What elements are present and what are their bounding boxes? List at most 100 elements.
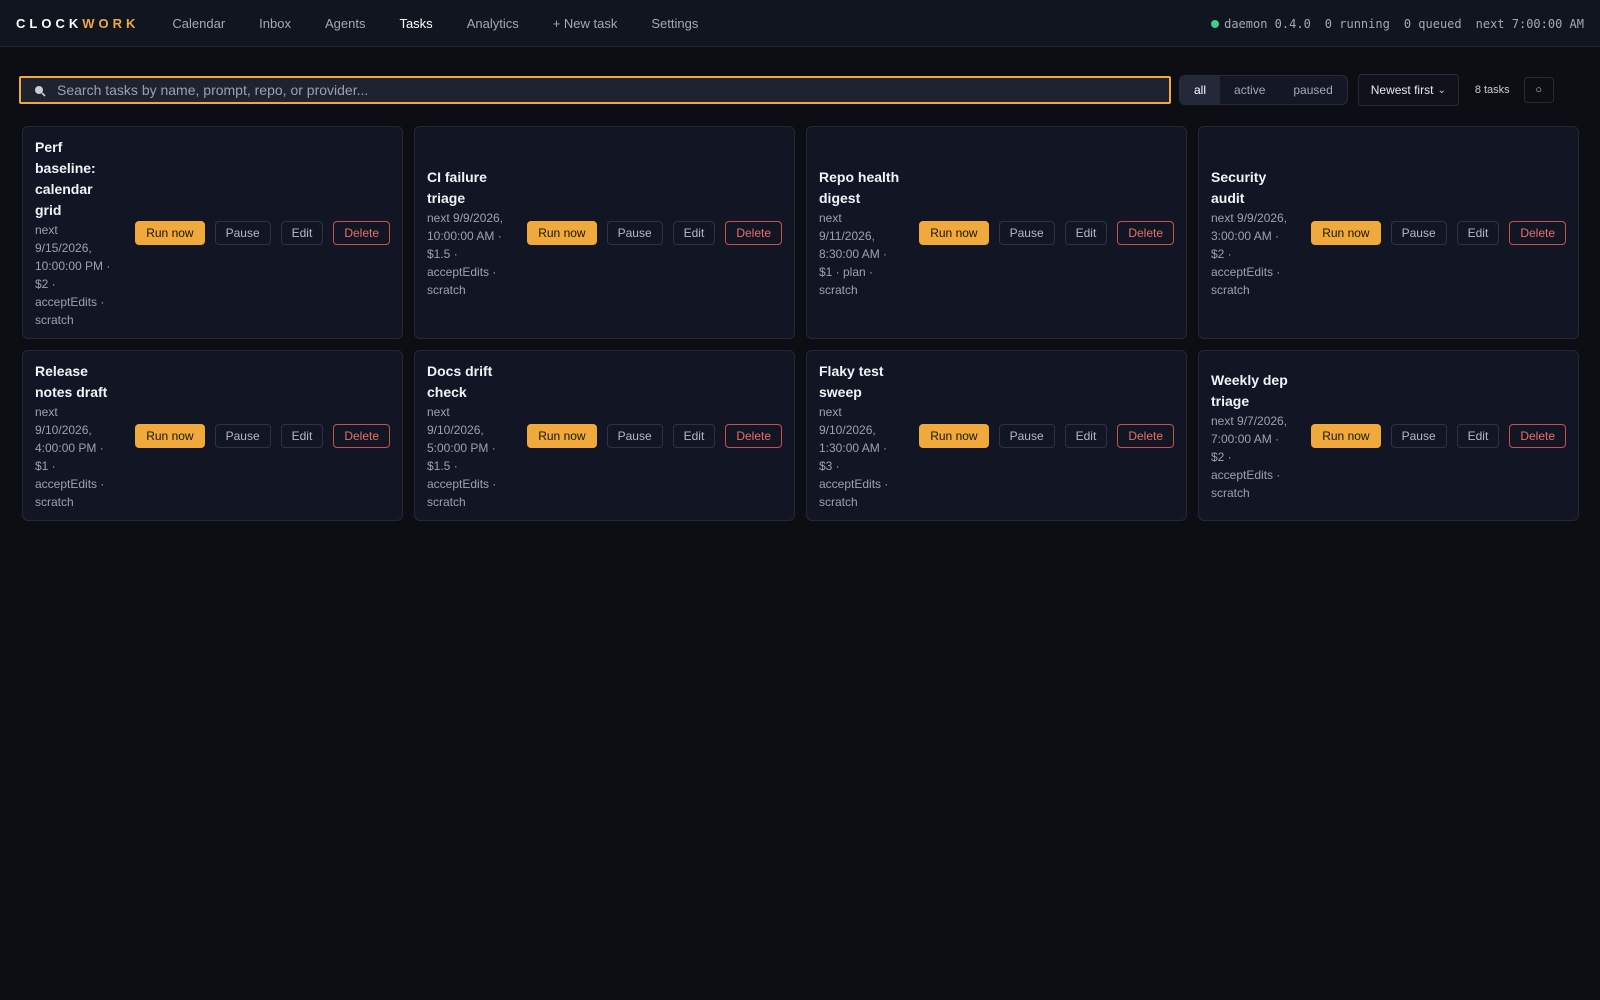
task-meta-line: acceptEdits · (427, 264, 497, 279)
task-actions: Run now Pause Edit Delete (1311, 423, 1566, 448)
task-actions: Run now Pause Edit Delete (527, 423, 782, 448)
run-now-button[interactable]: Run now (527, 220, 597, 245)
run-now-button[interactable]: Run now (135, 220, 205, 245)
pause-button[interactable]: Pause (606, 423, 663, 448)
task-meta-line: next (35, 222, 58, 237)
nav-item-settings[interactable]: Settings (634, 16, 715, 31)
edit-button[interactable]: Edit (672, 220, 716, 245)
run-now-button[interactable]: Run now (1311, 423, 1381, 448)
sort-label: Newest first (1370, 83, 1434, 97)
delete-button[interactable]: Delete (725, 220, 782, 245)
pause-button[interactable]: Pause (998, 220, 1055, 245)
sort-dropdown[interactable]: Newest first ⌄ (1357, 74, 1459, 106)
nav-item-agents[interactable]: Agents (308, 16, 382, 31)
filter-active[interactable]: active (1220, 76, 1279, 104)
nav-item-inbox[interactable]: Inbox (242, 16, 308, 31)
task-card: Repo health digest next 9/11/2026, 8:30:00 A… (806, 126, 1187, 339)
task-meta-line: next (819, 210, 842, 225)
task-info: Flaky test sweep next 9/10/2026, 1:30:00 AM … (819, 361, 915, 511)
nav-item-new-task[interactable]: + New task (536, 16, 635, 31)
task-title-line: grid (35, 201, 62, 218)
task-meta-line: acceptEdits · (427, 476, 497, 491)
task-meta-line: 10:00:00 AM · (427, 228, 502, 243)
run-now-button[interactable]: Run now (919, 423, 989, 448)
next-run: next 7:00:00 AM (1475, 16, 1584, 31)
edit-button[interactable]: Edit (1064, 220, 1108, 245)
task-title-line: Release (35, 362, 88, 379)
delete-button[interactable]: Delete (725, 423, 782, 448)
nav-item-tasks[interactable]: Tasks (382, 16, 449, 31)
daemon-version: daemon 0.4.0 (1224, 16, 1311, 31)
task-title: CI failure triage (427, 167, 523, 209)
task-info: Repo health digest next 9/11/2026, 8:30:00 A… (819, 167, 915, 299)
delete-button[interactable]: Delete (333, 220, 390, 245)
task-meta-line: $2 · (1211, 246, 1232, 261)
run-now-button[interactable]: Run now (1311, 220, 1381, 245)
edit-button[interactable]: Edit (672, 423, 716, 448)
task-title-line: sweep (819, 383, 862, 400)
edit-button[interactable]: Edit (1456, 423, 1500, 448)
pause-button[interactable]: Pause (214, 220, 271, 245)
task-meta-line: scratch (819, 282, 858, 297)
run-now-button[interactable]: Run now (919, 220, 989, 245)
pause-button[interactable]: Pause (1390, 220, 1447, 245)
task-actions: Run now Pause Edit Delete (919, 220, 1174, 245)
task-meta-line: acceptEdits · (35, 476, 105, 491)
brand-logo[interactable]: CLOCK WORK (16, 16, 139, 31)
task-meta: next 9/9/2026, 3:00:00 AM · $2 · acceptEdit… (1211, 209, 1307, 299)
delete-button[interactable]: Delete (1509, 220, 1566, 245)
task-card: Flaky test sweep next 9/10/2026, 1:30:00 AM … (806, 350, 1187, 521)
task-meta-line: $1 · (35, 458, 56, 473)
task-meta-line: acceptEdits · (1211, 264, 1281, 279)
task-meta-line: next 9/9/2026, (1211, 210, 1288, 225)
task-card: Perf baseline: calendar grid next 9/15/2026, 1… (22, 126, 403, 339)
pause-button[interactable]: Pause (1390, 423, 1447, 448)
task-meta-line: 8:30:00 AM · (819, 246, 888, 261)
delete-button[interactable]: Delete (1117, 423, 1174, 448)
task-meta-line: 9/10/2026, (427, 422, 484, 437)
task-title-line: CI failure (427, 168, 487, 185)
delete-button[interactable]: Delete (1117, 220, 1174, 245)
nav-item-calendar[interactable]: Calendar (155, 16, 242, 31)
run-now-button[interactable]: Run now (135, 423, 205, 448)
nav-item-analytics[interactable]: Analytics (450, 16, 536, 31)
edit-button[interactable]: Edit (1456, 220, 1500, 245)
search-icon (35, 86, 46, 97)
delete-button[interactable]: Delete (333, 423, 390, 448)
task-actions: Run now Pause Edit Delete (919, 423, 1174, 448)
task-meta-line: scratch (35, 312, 74, 327)
task-meta: next 9/15/2026, 10:00:00 PM · $2 · acceptEdi… (35, 221, 131, 329)
search-box[interactable] (19, 76, 1171, 104)
delete-button[interactable]: Delete (1509, 423, 1566, 448)
brand-part-2: WORK (82, 15, 140, 31)
task-meta-line: next (427, 404, 450, 419)
task-meta-line: scratch (1211, 282, 1250, 297)
task-info: Security audit next 9/9/2026, 3:00:00 AM · $… (1211, 167, 1307, 299)
filter-paused[interactable]: paused (1279, 76, 1346, 104)
task-info: Docs drift check next 9/10/2026, 5:00:00 PM … (427, 361, 523, 511)
pause-button[interactable]: Pause (214, 423, 271, 448)
task-meta-line: acceptEdits · (819, 476, 889, 491)
task-meta-line: 4:00:00 PM · (35, 440, 104, 455)
task-meta-line: $2 · (35, 276, 56, 291)
task-meta-line: 1:30:00 AM · (819, 440, 888, 455)
top-bar: CLOCK WORK Calendar Inbox Agents Tasks Analyt… (0, 0, 1600, 47)
task-title: Docs drift check (427, 361, 523, 403)
edit-button[interactable]: Edit (280, 220, 324, 245)
task-meta: next 9/10/2026, 4:00:00 PM · $1 · acceptEdit… (35, 403, 131, 511)
edit-button[interactable]: Edit (280, 423, 324, 448)
pause-button[interactable]: Pause (606, 220, 663, 245)
task-grid: Perf baseline: calendar grid next 9/15/2026, 1… (22, 126, 1579, 521)
edit-button[interactable]: Edit (1064, 423, 1108, 448)
view-options-button[interactable]: ○ (1523, 77, 1554, 103)
run-now-button[interactable]: Run now (527, 423, 597, 448)
pause-button[interactable]: Pause (998, 423, 1055, 448)
task-meta-line: 3:00:00 AM · (1211, 228, 1280, 243)
task-title-line: Security (1211, 168, 1267, 185)
task-meta-line: 9/10/2026, (35, 422, 92, 437)
task-meta-line: $3 · (819, 458, 840, 473)
task-meta-line: 7:00:00 AM · (1211, 431, 1280, 446)
filter-all[interactable]: all (1180, 76, 1221, 104)
task-meta-line: $2 · (1211, 449, 1232, 464)
search-input[interactable] (57, 82, 1169, 98)
